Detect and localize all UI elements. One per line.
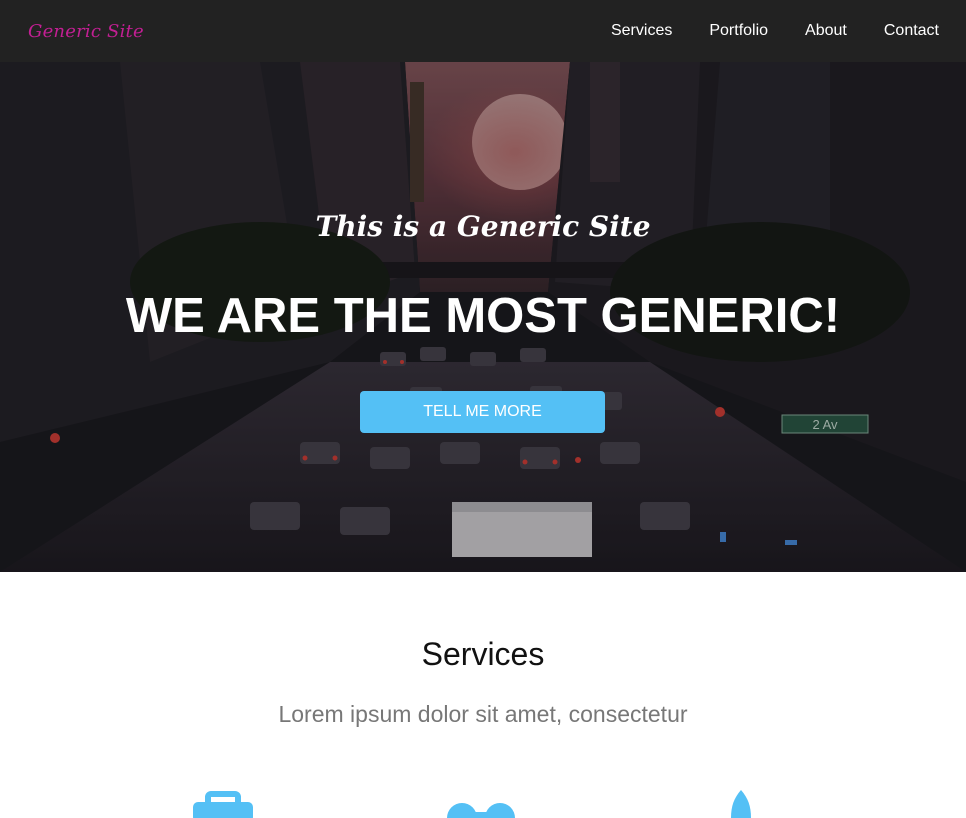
navbar: Generic Site Services Portfolio About Co… — [0, 0, 966, 62]
nav-link-services[interactable]: Services — [611, 22, 672, 40]
hero-subheading: This is a Generic Site — [315, 210, 651, 243]
rocket-icon — [731, 790, 751, 818]
nav-link-contact[interactable]: Contact — [884, 22, 939, 40]
briefcase-icon — [193, 791, 253, 818]
nav-link-about[interactable]: About — [805, 22, 847, 40]
hero-section: 2 Av This is a Generic Site WE ARE THE M… — [0, 62, 966, 572]
services-heading: Services — [421, 636, 545, 672]
hero-heading: WE ARE THE MOST GENERIC! — [125, 289, 841, 343]
nav-links: Services Portfolio About Contact — [611, 22, 939, 40]
hero-content: This is a Generic Site WE ARE THE MOST G… — [0, 62, 966, 572]
glasses-icon — [447, 803, 515, 818]
nav-link-portfolio[interactable]: Portfolio — [709, 22, 768, 40]
brand-logo[interactable]: Generic Site — [28, 21, 144, 42]
services-subheading: Lorem ipsum dolor sit amet, consectetur — [278, 701, 688, 727]
tell-me-more-button[interactable]: TELL ME MORE — [360, 391, 605, 433]
